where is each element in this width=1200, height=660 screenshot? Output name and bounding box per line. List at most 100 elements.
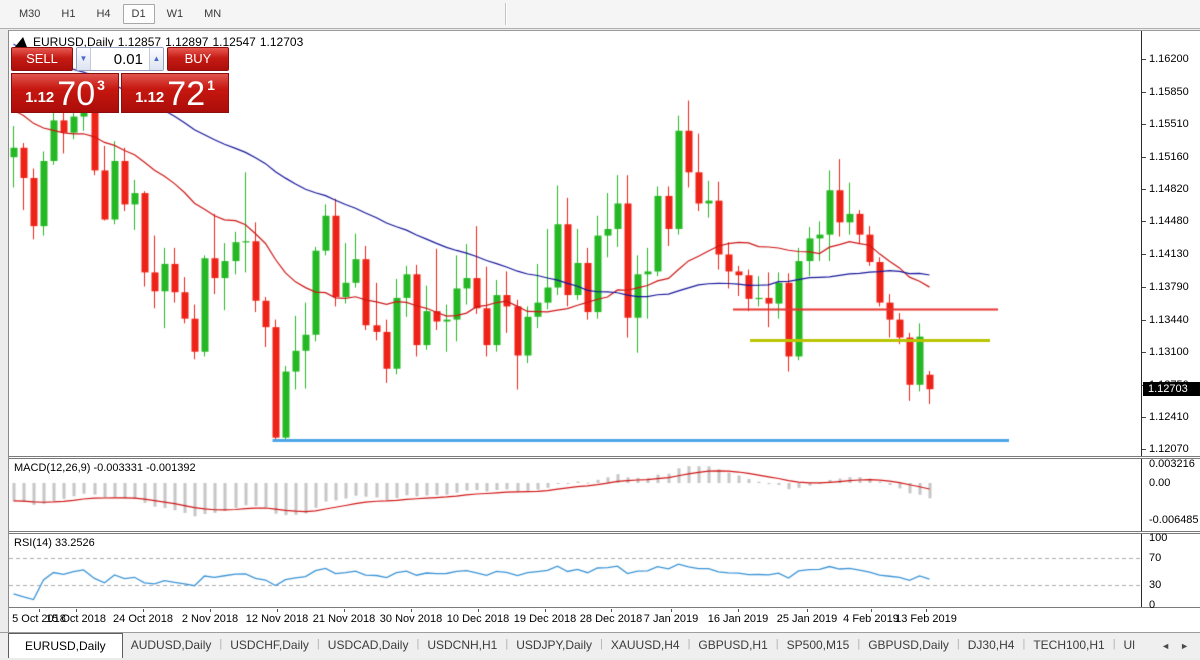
rsi-axis-label: 70 bbox=[1149, 552, 1162, 564]
date-axis-label: 25 Jan 2019 bbox=[776, 613, 838, 625]
macd-label: MACD(12,26,9) -0.003331 -0.001392 bbox=[14, 462, 196, 474]
date-axis-label: 24 Oct 2018 bbox=[113, 613, 173, 625]
price-axis-tick bbox=[1142, 189, 1146, 190]
tab-gbpusd-daily[interactable]: GBPUSD,Daily bbox=[860, 633, 957, 658]
date-axis-tick bbox=[478, 609, 479, 612]
rsi-label: RSI(14) 33.2526 bbox=[14, 537, 95, 549]
date-axis-label: 7 Jan 2019 bbox=[643, 613, 699, 625]
price-axis-tick bbox=[1142, 449, 1146, 450]
tab-ul[interactable]: Ul bbox=[1116, 633, 1143, 658]
date-axis-label: 10 Dec 2018 bbox=[446, 613, 510, 625]
tab-dj30-h4[interactable]: DJ30,H4 bbox=[960, 633, 1023, 658]
tab-usdchf-daily[interactable]: USDCHF,Daily bbox=[222, 633, 317, 658]
timeframe-button-m30[interactable]: M30 bbox=[10, 4, 49, 24]
timeframe-button-w1[interactable]: W1 bbox=[158, 4, 193, 24]
tab-usdcnh-h1[interactable]: USDCNH,H1 bbox=[419, 633, 505, 658]
price-axis-label: 1.16200 bbox=[1149, 53, 1189, 65]
volume-decrease-button[interactable]: ▼ bbox=[77, 48, 91, 70]
tab-usdcad-daily[interactable]: USDCAD,Daily bbox=[320, 633, 417, 658]
macd-axis-label: 0.003216 bbox=[1149, 458, 1195, 470]
tab-scroll-right-icon[interactable]: ► bbox=[1175, 639, 1194, 653]
trading-terminal-window: M30 H1 H4 D1 W1 MN EURUSD,Daily 1.12857 1.12897… bbox=[0, 0, 1200, 660]
tab-tech100-h1[interactable]: TECH100,H1 bbox=[1025, 633, 1112, 658]
tab-sp500-m15[interactable]: SP500,M15 bbox=[779, 633, 858, 658]
buy-price-big: 72 bbox=[167, 75, 206, 113]
macd-axis-label: 0.00 bbox=[1149, 477, 1171, 489]
tab-eurusd-daily[interactable]: EURUSD,Daily bbox=[8, 633, 123, 658]
volume-spinner: ▼ ▲ bbox=[76, 47, 164, 71]
date-axis-label: 28 Dec 2018 bbox=[579, 613, 643, 625]
timeframe-button-mn[interactable]: MN bbox=[195, 4, 230, 24]
timeframe-button-d1[interactable]: D1 bbox=[122, 4, 155, 24]
price-axis-label: 1.15160 bbox=[1149, 151, 1189, 163]
one-click-trading-widget: SELL ▼ ▲ BUY 1.12 70 3 1.12 72 1 bbox=[11, 47, 229, 113]
date-axis-tick bbox=[143, 609, 144, 612]
date-axis-label: 19 Dec 2018 bbox=[513, 613, 577, 625]
date-axis-label: 2 Nov 2018 bbox=[181, 613, 239, 625]
date-axis-tick bbox=[277, 609, 278, 612]
date-axis-tick bbox=[807, 609, 808, 612]
date-axis-tick bbox=[411, 609, 412, 612]
ohlc-close: 1.12703 bbox=[259, 35, 304, 49]
date-axis-tick bbox=[738, 609, 739, 612]
date-axis-label: 30 Nov 2018 bbox=[379, 613, 443, 625]
price-axis-label: 1.14820 bbox=[1149, 183, 1189, 195]
tab-scroll-buttons: ◄ ► bbox=[1156, 633, 1200, 658]
rsi-axis-label: 0 bbox=[1149, 599, 1156, 611]
date-axis-tick bbox=[611, 609, 612, 612]
price-axis-label: 1.15510 bbox=[1149, 118, 1189, 130]
tab-gbpusd-h1[interactable]: GBPUSD,H1 bbox=[690, 633, 775, 658]
timeframe-button-h1[interactable]: H1 bbox=[52, 4, 84, 24]
chart-window: EURUSD,Daily 1.12857 1.12897 1.12547 1.12703… bbox=[8, 30, 1200, 632]
timeframe-button-h4[interactable]: H4 bbox=[87, 4, 119, 24]
price-axis-label: 1.14130 bbox=[1149, 248, 1189, 260]
price-axis-tick bbox=[1142, 287, 1146, 288]
price-axis-tick bbox=[1142, 417, 1146, 418]
current-price-tag: 1.12703 bbox=[1143, 382, 1200, 396]
rsi-axis-label: 100 bbox=[1149, 532, 1168, 544]
rsi-canvas[interactable] bbox=[9, 534, 1141, 607]
date-axis-tick bbox=[871, 609, 872, 612]
date-axis-label: 15 Oct 2018 bbox=[46, 613, 106, 625]
date-axis-label: 4 Feb 2019 bbox=[843, 613, 899, 625]
rsi-panel: RSI(14) 33.2526 bbox=[9, 534, 1142, 607]
tab-usdjpy-daily[interactable]: USDJPY,Daily bbox=[508, 633, 600, 658]
macd-panel: MACD(12,26,9) -0.003331 -0.001392 bbox=[9, 459, 1142, 531]
price-axis-tick bbox=[1142, 254, 1146, 255]
sell-button[interactable]: SELL bbox=[11, 47, 73, 71]
price-axis-label: 1.15850 bbox=[1149, 86, 1189, 98]
date-axis-tick bbox=[344, 609, 345, 612]
date-axis-label: 12 Nov 2018 bbox=[245, 613, 309, 625]
price-axis-tick bbox=[1142, 221, 1146, 222]
price-axis-tick bbox=[1142, 92, 1146, 93]
sell-quote-panel[interactable]: 1.12 70 3 bbox=[11, 73, 119, 113]
tab-xauusd-h4[interactable]: XAUUSD,H4 bbox=[603, 633, 688, 658]
chart-tab-bar: EURUSD,Daily AUDUSD,Daily | USDCHF,Daily | US… bbox=[0, 632, 1200, 658]
tab-audusd-daily[interactable]: AUDUSD,Daily bbox=[123, 633, 220, 658]
date-axis-tick bbox=[76, 609, 77, 612]
date-axis-tick bbox=[671, 609, 672, 612]
toolbar-separator bbox=[505, 3, 507, 25]
sell-price-sup: 3 bbox=[97, 77, 105, 93]
date-axis-label: 13 Feb 2019 bbox=[895, 613, 957, 625]
price-axis-label: 1.13100 bbox=[1149, 346, 1189, 358]
price-axis-tick bbox=[1142, 124, 1146, 125]
price-axis-tick bbox=[1142, 352, 1146, 353]
volume-input[interactable] bbox=[91, 48, 149, 70]
date-axis[interactable]: 5 Oct 2018 15 Oct 2018 24 Oct 2018 2 Nov 20… bbox=[9, 609, 1200, 632]
sell-price-prefix: 1.12 bbox=[25, 89, 55, 106]
rsi-axis-label: 30 bbox=[1149, 579, 1162, 591]
price-axis-tick bbox=[1142, 320, 1146, 321]
date-axis-tick bbox=[926, 609, 927, 612]
date-axis-tick bbox=[210, 609, 211, 612]
chart-tabs: EURUSD,Daily AUDUSD,Daily | USDCHF,Daily | US… bbox=[0, 633, 1143, 658]
buy-quote-panel[interactable]: 1.12 72 1 bbox=[121, 73, 229, 113]
buy-button[interactable]: BUY bbox=[167, 47, 229, 71]
date-axis-label: 16 Jan 2019 bbox=[707, 613, 769, 625]
timeframe-buttons: M30 H1 H4 D1 W1 MN bbox=[10, 4, 233, 24]
date-axis-label: 21 Nov 2018 bbox=[312, 613, 376, 625]
volume-increase-button[interactable]: ▲ bbox=[149, 48, 163, 70]
timeframe-toolbar: M30 H1 H4 D1 W1 MN bbox=[0, 0, 1200, 29]
tab-scroll-left-icon[interactable]: ◄ bbox=[1156, 639, 1175, 653]
price-axis-label: 1.12410 bbox=[1149, 411, 1189, 423]
